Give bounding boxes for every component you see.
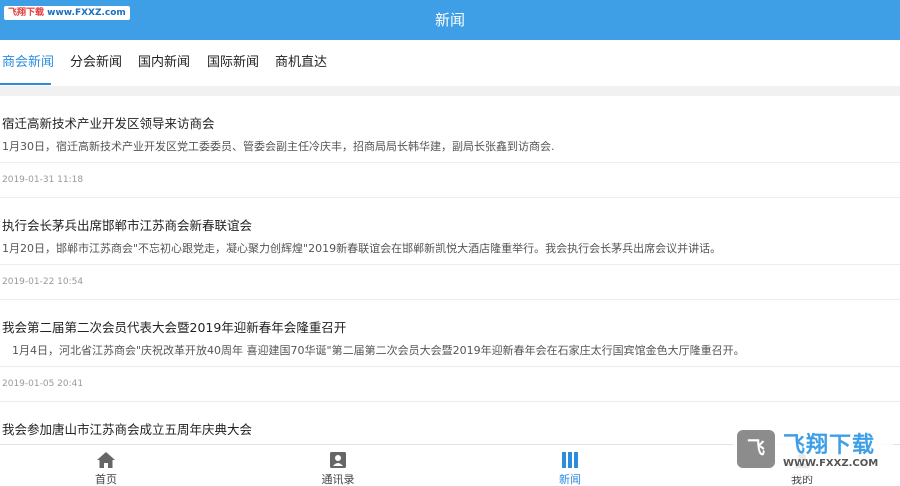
news-item[interactable]: 我会第二届第二次会员代表大会暨2019年迎新春年会隆重召开 1月4日，河北省江苏…: [0, 300, 900, 402]
news-divider: [0, 366, 900, 367]
news-title: 宿迁高新技术产业开发区领导来访商会: [2, 116, 215, 131]
nav-news-label: 新闻: [559, 473, 581, 486]
contacts-icon: [330, 452, 346, 468]
tab-branch-news[interactable]: 分会新闻: [70, 40, 122, 86]
watermark-logo-icon: 飞: [737, 430, 775, 468]
tab-chamber-news[interactable]: 商会新闻: [2, 40, 54, 86]
news-title: 我会参加唐山市江苏商会成立五周年庆典大会: [2, 422, 253, 437]
news-list: 宿迁高新技术产业开发区领导来访商会 1月30日，宿迁高新技术产业开发区党工委委员…: [0, 96, 900, 444]
app-header: 飞翔下载 www.FXXZ.com 新闻: [0, 0, 900, 40]
news-date: 2019-01-22 10:54: [2, 277, 84, 287]
active-tab-indicator: [0, 83, 51, 85]
news-divider: [0, 264, 900, 265]
tab-business-opportunities[interactable]: 商机直达: [275, 40, 327, 86]
nav-contacts[interactable]: 通讯录: [278, 445, 398, 486]
watermark-name: 飞翔下载: [783, 433, 876, 458]
nav-home-label: 首页: [95, 473, 117, 486]
news-date: 2019-01-31 11:18: [2, 175, 84, 185]
news-summary: 1月4日，河北省江苏商会"庆祝改革开放40周年 喜迎建国70华诞"第二届第二次会…: [12, 344, 745, 357]
watermark-url-text: WWW.FXXZ.COM: [783, 458, 879, 469]
news-title: 我会第二届第二次会员代表大会暨2019年迎新春年会隆重召开: [2, 320, 347, 335]
section-divider: [0, 86, 900, 96]
nav-home[interactable]: 首页: [46, 445, 166, 486]
news-title: 执行会长茅兵出席邯郸市江苏商会新春联谊会: [2, 218, 253, 233]
home-icon: [97, 452, 115, 468]
news-tab-bar: 商会新闻 分会新闻 国内新闻 国际新闻 商机直达: [0, 40, 900, 86]
news-date: 2019-01-05 20:41: [2, 379, 84, 389]
news-summary: 1月30日，宿迁高新技术产业开发区党工委委员、管委会副主任冷庆丰，招商局局长韩华…: [2, 140, 555, 153]
tab-international-news[interactable]: 国际新闻: [207, 40, 259, 86]
news-item[interactable]: 宿迁高新技术产业开发区领导来访商会 1月30日，宿迁高新技术产业开发区党工委委员…: [0, 96, 900, 198]
watermark-logo: 飞 飞翔下载 WWW.FXXZ.COM: [733, 426, 893, 476]
nav-contacts-label: 通讯录: [321, 473, 355, 486]
nav-news[interactable]: 新闻: [510, 445, 630, 486]
news-summary: 1月20日，邯郸市江苏商会"不忘初心跟党走，凝心聚力创辉煌"2019新春联谊会在…: [2, 242, 722, 255]
news-icon: [562, 452, 578, 468]
news-item[interactable]: 执行会长茅兵出席邯郸市江苏商会新春联谊会 1月20日，邯郸市江苏商会"不忘初心跟…: [0, 198, 900, 300]
tab-domestic-news[interactable]: 国内新闻: [138, 40, 190, 86]
page-title: 新闻: [434, 11, 465, 29]
news-divider: [0, 162, 900, 163]
